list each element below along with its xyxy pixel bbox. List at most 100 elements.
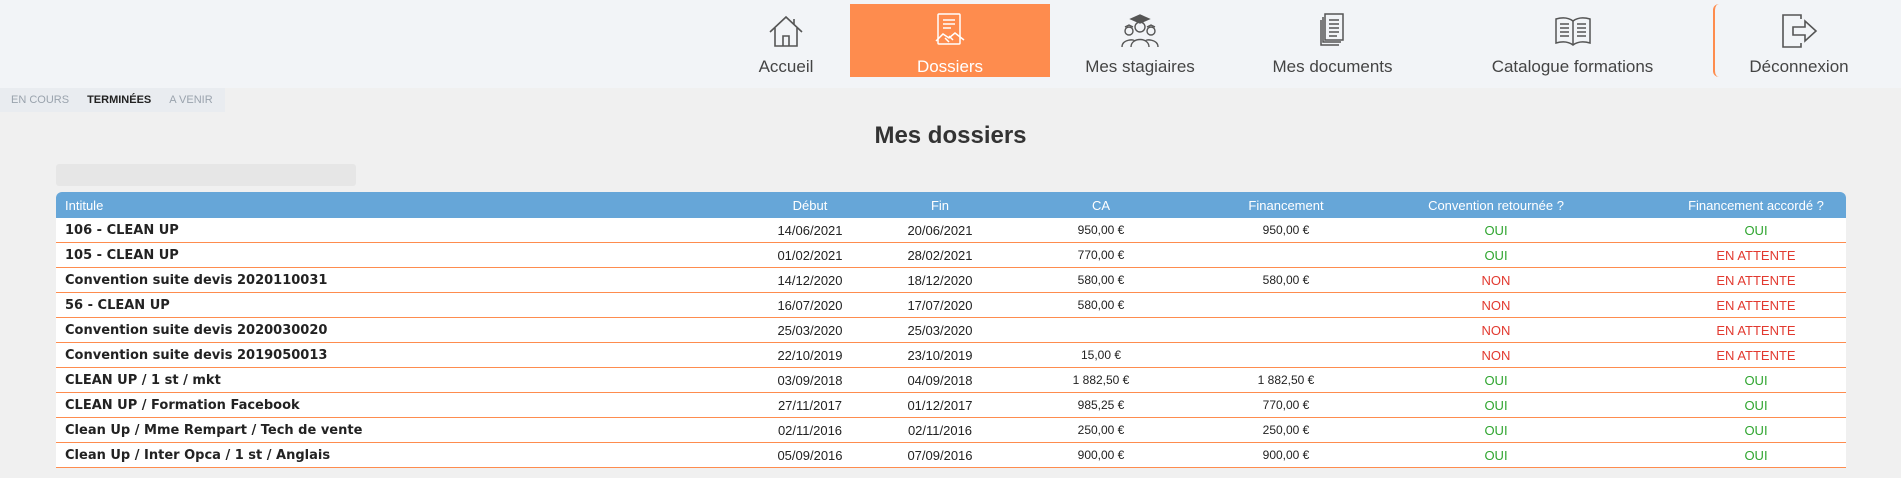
cell-convention: NON bbox=[1481, 272, 1511, 288]
cell-intitule: CLEAN UP / 1 st / mkt bbox=[65, 372, 221, 388]
table-row[interactable]: CLEAN UP / 1 st / mkt 03/09/2018 04/09/201… bbox=[56, 368, 1846, 393]
cell-convention: OUI bbox=[1484, 447, 1508, 463]
cell-accorde: EN ATTENTE bbox=[1716, 322, 1796, 338]
cell-accorde: EN ATTENTE bbox=[1716, 297, 1796, 313]
top-nav-bar: Accueil Dossiers Mes stagiaires Mes docu… bbox=[0, 0, 1901, 88]
cell-ca: 580,00 € bbox=[1077, 298, 1125, 312]
nav-deconnexion-label: Déconnexion bbox=[1749, 57, 1849, 76]
cell-ca bbox=[1031, 318, 1171, 342]
cell-convention: OUI bbox=[1484, 372, 1508, 388]
table-row[interactable]: Convention suite devis 2019050013 22/10/2… bbox=[56, 343, 1846, 368]
cell-intitule: Clean Up / Inter Opca / 1 st / Anglais bbox=[65, 447, 331, 463]
cell-intitule: 106 - CLEAN UP bbox=[65, 222, 179, 238]
cell-financement: 1 882,50 € bbox=[1257, 373, 1315, 387]
col-header-accorde[interactable]: Financement accordé ? bbox=[1606, 192, 1901, 218]
status-subtabs: EN COURS TERMINÉES A VENIR bbox=[0, 88, 225, 112]
cell-debut: 25/03/2020 bbox=[777, 322, 843, 338]
nav-accueil-label: Accueil bbox=[758, 57, 814, 76]
cell-intitule: Convention suite devis 2020110031 bbox=[65, 272, 328, 288]
nav-documents-label: Mes documents bbox=[1272, 57, 1393, 76]
cell-fin: 17/07/2020 bbox=[907, 297, 973, 313]
cell-intitule: Convention suite devis 2019050013 bbox=[65, 347, 328, 363]
cell-financement bbox=[1196, 318, 1376, 342]
cell-financement: 580,00 € bbox=[1262, 273, 1310, 287]
cell-financement bbox=[1196, 343, 1376, 367]
col-header-convention[interactable]: Convention retournée ? bbox=[1376, 192, 1616, 218]
dossiers-table: Intitule Début Fin CA Financement Conven… bbox=[56, 192, 1846, 468]
table-header: Intitule Début Fin CA Financement Conven… bbox=[56, 192, 1846, 218]
table-row[interactable]: 106 - CLEAN UP 14/06/2021 20/06/2021 950,00… bbox=[56, 218, 1846, 243]
nav-catalogue-label: Catalogue formations bbox=[1491, 57, 1654, 76]
cell-fin: 02/11/2016 bbox=[907, 422, 973, 438]
cell-intitule: Clean Up / Mme Rempart / Tech de vente bbox=[65, 422, 363, 438]
col-header-intitule[interactable]: Intitule bbox=[65, 192, 103, 218]
tab-a-venir[interactable]: A VENIR bbox=[158, 94, 212, 106]
page-title: Mes dossiers bbox=[874, 122, 1027, 149]
search-input[interactable] bbox=[56, 164, 356, 186]
cell-accorde: OUI bbox=[1744, 372, 1768, 388]
tab-terminees[interactable]: TERMINÉES bbox=[76, 94, 151, 106]
nav-dossiers-label: Dossiers bbox=[916, 57, 984, 76]
cell-fin: 01/12/2017 bbox=[907, 397, 973, 413]
cell-fin: 04/09/2018 bbox=[907, 372, 973, 388]
table-body: 106 - CLEAN UP 14/06/2021 20/06/2021 950,00… bbox=[56, 218, 1846, 468]
cell-convention: NON bbox=[1481, 347, 1511, 363]
cell-financement: 250,00 € bbox=[1262, 423, 1310, 437]
table-row[interactable]: 105 - CLEAN UP 01/02/2021 28/02/2021 770,00… bbox=[56, 243, 1846, 268]
cell-intitule: 56 - CLEAN UP bbox=[65, 297, 170, 313]
cell-accorde: OUI bbox=[1744, 397, 1768, 413]
cell-convention: OUI bbox=[1484, 422, 1508, 438]
cell-financement: 770,00 € bbox=[1262, 398, 1310, 412]
cell-debut: 02/11/2016 bbox=[777, 422, 843, 438]
open-book-icon bbox=[1553, 11, 1593, 51]
cell-fin: 20/06/2021 bbox=[907, 222, 973, 238]
cell-debut: 22/10/2019 bbox=[777, 347, 843, 363]
col-header-ca[interactable]: CA bbox=[1031, 192, 1171, 218]
cell-convention: OUI bbox=[1484, 397, 1508, 413]
cell-fin: 28/02/2021 bbox=[907, 247, 973, 263]
table-row[interactable]: CLEAN UP / Formation Facebook 27/11/2017 0… bbox=[56, 393, 1846, 418]
col-header-debut[interactable]: Début bbox=[755, 192, 865, 218]
nav-documents[interactable]: Mes documents bbox=[1255, 4, 1410, 77]
handshake-document-icon bbox=[930, 11, 970, 51]
tab-en-cours[interactable]: EN COURS bbox=[0, 94, 69, 106]
cell-convention: OUI bbox=[1484, 222, 1508, 238]
cell-fin: 18/12/2020 bbox=[907, 272, 973, 288]
logout-icon bbox=[1779, 11, 1819, 51]
table-row[interactable]: 56 - CLEAN UP 16/07/2020 17/07/2020 580,00 … bbox=[56, 293, 1846, 318]
cell-ca: 950,00 € bbox=[1077, 223, 1125, 237]
cell-financement: 950,00 € bbox=[1262, 223, 1310, 237]
cell-debut: 16/07/2020 bbox=[777, 297, 843, 313]
col-header-financement[interactable]: Financement bbox=[1196, 192, 1376, 218]
nav-accueil[interactable]: Accueil bbox=[746, 4, 826, 77]
graduates-icon bbox=[1120, 11, 1160, 51]
cell-accorde: OUI bbox=[1744, 222, 1768, 238]
table-row[interactable]: Clean Up / Inter Opca / 1 st / Anglais 05… bbox=[56, 443, 1846, 468]
cell-ca: 900,00 € bbox=[1077, 448, 1125, 462]
home-icon bbox=[766, 11, 806, 51]
nav-stagiaires[interactable]: Mes stagiaires bbox=[1070, 4, 1210, 77]
cell-debut: 27/11/2017 bbox=[777, 397, 843, 413]
table-row[interactable]: Convention suite devis 2020030020 25/03/2… bbox=[56, 318, 1846, 343]
cell-debut: 01/02/2021 bbox=[777, 247, 843, 263]
cell-ca: 15,00 € bbox=[1080, 348, 1122, 362]
cell-debut: 14/12/2020 bbox=[777, 272, 843, 288]
nav-dossiers[interactable]: Dossiers bbox=[850, 4, 1050, 77]
cell-debut: 03/09/2018 bbox=[777, 372, 843, 388]
cell-accorde: EN ATTENTE bbox=[1716, 272, 1796, 288]
col-header-fin[interactable]: Fin bbox=[885, 192, 995, 218]
table-row[interactable]: Clean Up / Mme Rempart / Tech de vente 02… bbox=[56, 418, 1846, 443]
cell-fin: 25/03/2020 bbox=[907, 322, 973, 338]
cell-ca: 580,00 € bbox=[1077, 273, 1125, 287]
cell-fin: 23/10/2019 bbox=[907, 347, 973, 363]
nav-catalogue[interactable]: Catalogue formations bbox=[1480, 4, 1665, 77]
cell-intitule: CLEAN UP / Formation Facebook bbox=[65, 397, 300, 413]
nav-deconnexion[interactable]: Déconnexion bbox=[1713, 4, 1883, 77]
table-row[interactable]: Convention suite devis 2020110031 14/12/2… bbox=[56, 268, 1846, 293]
cell-ca: 985,25 € bbox=[1077, 398, 1125, 412]
cell-ca: 1 882,50 € bbox=[1072, 373, 1130, 387]
cell-ca: 770,00 € bbox=[1077, 248, 1125, 262]
cell-financement: 900,00 € bbox=[1262, 448, 1310, 462]
documents-icon bbox=[1313, 11, 1353, 51]
cell-accorde: EN ATTENTE bbox=[1716, 347, 1796, 363]
